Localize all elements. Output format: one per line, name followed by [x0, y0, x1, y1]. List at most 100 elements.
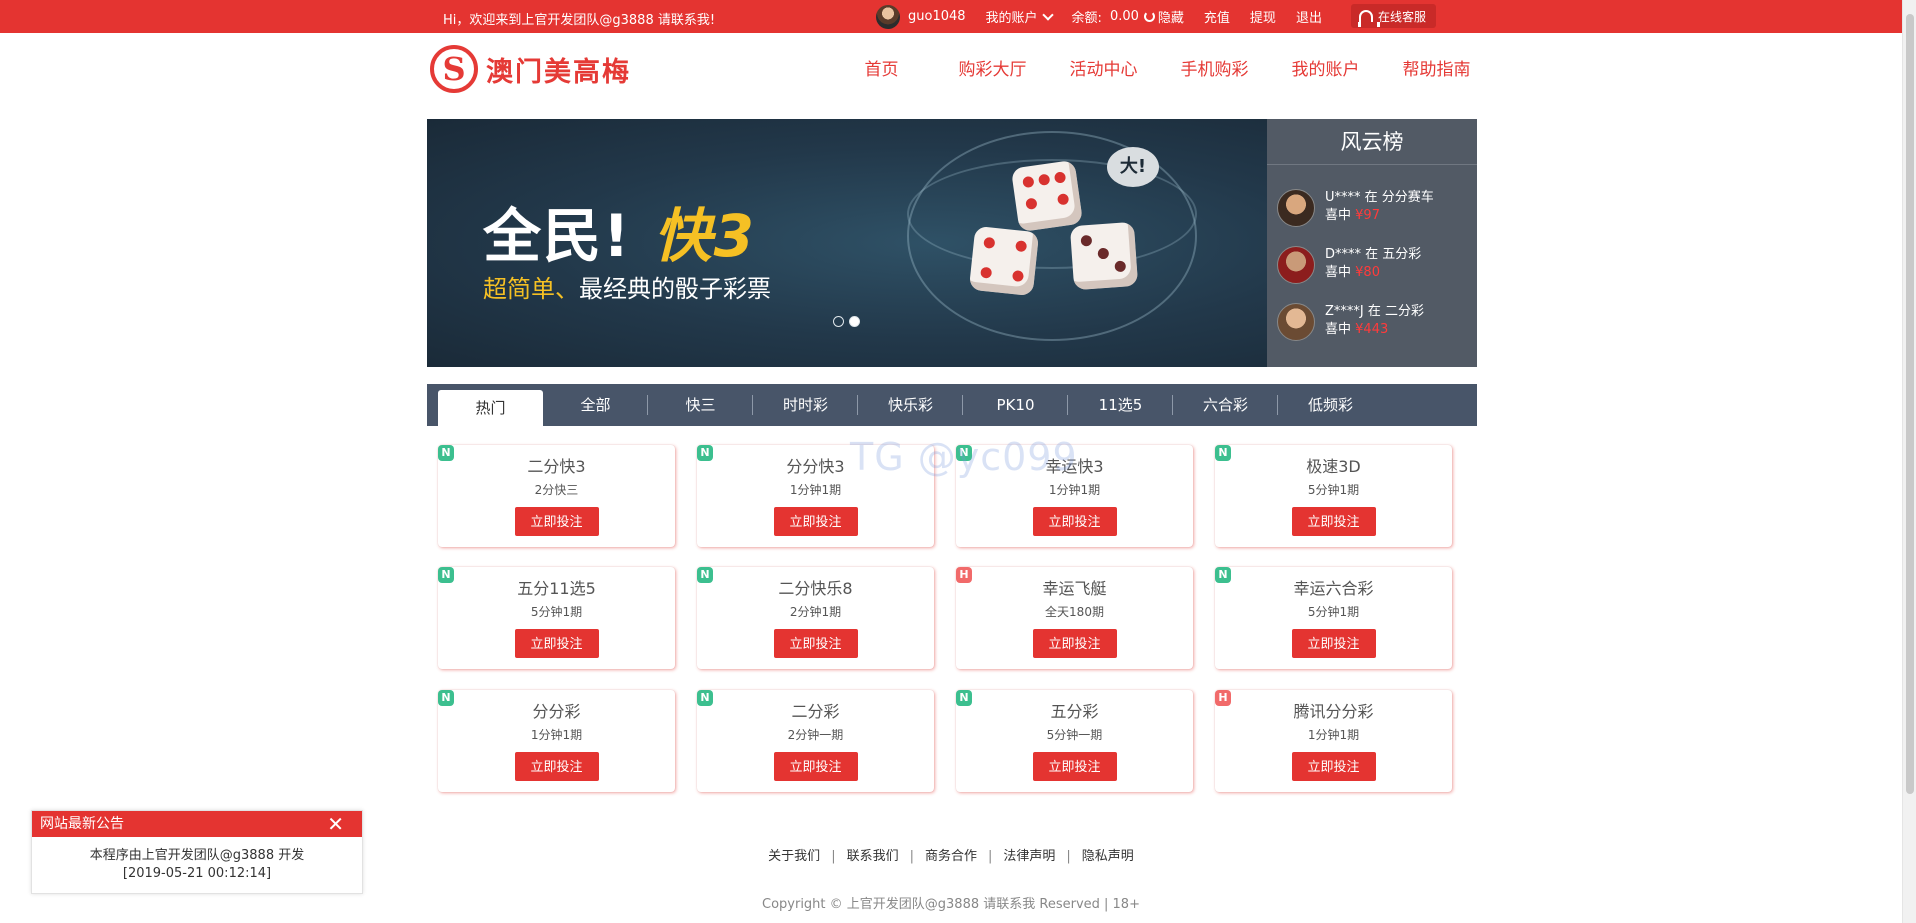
chevron-down-icon: [1041, 8, 1054, 21]
bet-now-button[interactable]: 立即投注: [773, 629, 858, 658]
footer-link-contact[interactable]: 联系我们: [836, 849, 910, 864]
logout-link[interactable]: 退出: [1296, 7, 1322, 26]
nav-home[interactable]: 首页: [826, 55, 937, 80]
game-period: 5分钟1期: [1307, 483, 1360, 497]
notice-body: 本程序由上官开发团队@g3888 开发 [2019-05-21 00:12:14…: [32, 847, 362, 883]
close-icon[interactable]: ✕: [327, 811, 344, 837]
withdraw-link[interactable]: 提现: [1250, 7, 1276, 26]
new-badge: N: [697, 567, 713, 583]
footer-link-legal[interactable]: 法律声明: [992, 849, 1066, 864]
top-bar: Hi，欢迎来到上官开发团队@g3888 请联系我! guo1048 我的账户 余…: [0, 0, 1902, 33]
footer-link-about[interactable]: 关于我们: [757, 849, 831, 864]
site-logo[interactable]: 澳门美高梅: [430, 44, 631, 94]
tab-pk10[interactable]: PK10: [963, 384, 1068, 426]
carousel-dot[interactable]: [833, 316, 844, 327]
online-service-button[interactable]: 在线客服: [1351, 4, 1437, 28]
nav-activity-center[interactable]: 活动中心: [1048, 55, 1159, 80]
hide-balance-button[interactable]: 隐藏: [1158, 7, 1184, 26]
hot-badge: H: [1215, 690, 1231, 706]
game-name: 腾讯分分彩: [1293, 702, 1374, 721]
nav-my-account[interactable]: 我的账户: [1270, 55, 1381, 80]
game-name: 二分快乐8: [778, 579, 853, 598]
bet-now-button[interactable]: 立即投注: [1032, 629, 1117, 658]
avatar: [1277, 246, 1315, 284]
leaderboard-entry-amount: ¥80: [1355, 265, 1380, 280]
bet-now-button[interactable]: 立即投注: [1032, 507, 1117, 536]
leaderboard-entry: Z****J 在 二分彩 喜中 ¥443: [1277, 303, 1424, 341]
my-account-menu[interactable]: 我的账户: [985, 7, 1054, 26]
tab-11x5[interactable]: 11选5: [1068, 384, 1173, 426]
nav-lottery-hall[interactable]: 购彩大厅: [937, 55, 1048, 80]
notice-date: [2019-05-21 00:12:14]: [122, 866, 272, 881]
avatar: [1277, 189, 1315, 227]
tab-low-freq[interactable]: 低频彩: [1278, 384, 1383, 426]
dice-icon: [1069, 221, 1139, 291]
footer-link-privacy[interactable]: 隐私声明: [1071, 849, 1145, 864]
notice-title: 网站最新公告: [40, 816, 124, 832]
game-card[interactable]: N 五分11选5 5分钟1期 立即投注: [438, 567, 675, 669]
banner-headline-highlight: 快3: [653, 202, 757, 270]
hot-badge: H: [956, 567, 972, 583]
game-card[interactable]: N 幸运六合彩 5分钟1期 立即投注: [1215, 567, 1452, 669]
tab-all[interactable]: 全部: [543, 384, 648, 426]
nav-mobile-lottery[interactable]: 手机购彩: [1159, 55, 1270, 80]
tab-ssc[interactable]: 时时彩: [753, 384, 858, 426]
game-period: 2分钟一期: [787, 728, 844, 742]
new-badge: N: [697, 445, 713, 461]
promo-banner[interactable]: 全民! 快3 超简单、最经典的骰子彩票 大!: [427, 119, 1267, 367]
bet-now-button[interactable]: 立即投注: [514, 507, 599, 536]
bet-now-button[interactable]: 立即投注: [773, 507, 858, 536]
game-card[interactable]: N 极速3D 5分钟1期 立即投注: [1215, 445, 1452, 547]
carousel-dot-active[interactable]: [849, 316, 860, 327]
notice-line: 本程序由上官开发团队@g3888 开发: [89, 848, 305, 863]
leaderboard-entry-text: D**** 在 五分彩: [1325, 247, 1422, 262]
tab-k3[interactable]: 快三: [648, 384, 753, 426]
game-card[interactable]: N 五分彩 5分钟一期 立即投注: [956, 690, 1193, 792]
leaderboard-entry-text: Z****J 在 二分彩: [1325, 304, 1425, 319]
tab-hot[interactable]: 热门: [438, 390, 543, 426]
game-card[interactable]: N 二分快3 2分快三 立即投注: [438, 445, 675, 547]
bet-now-button[interactable]: 立即投注: [1291, 752, 1376, 781]
game-card[interactable]: N 二分彩 2分钟一期 立即投注: [697, 690, 934, 792]
bet-now-button[interactable]: 立即投注: [1032, 752, 1117, 781]
new-badge: N: [1215, 567, 1231, 583]
game-period: 2分快三: [534, 483, 579, 497]
bet-now-button[interactable]: 立即投注: [514, 629, 599, 658]
footer-link-business[interactable]: 商务合作: [914, 849, 988, 864]
bet-now-button[interactable]: 立即投注: [514, 752, 599, 781]
leaderboard-title: 风云榜: [1267, 119, 1477, 165]
user-area: guo1048 我的账户 余额: 0.00 隐藏 充值 提现 退出: [876, 4, 1342, 29]
banner-subtitle: 超简单、最经典的骰子彩票: [483, 269, 771, 304]
leaderboard-entry-text: U**** 在 分分赛车: [1325, 190, 1434, 205]
recharge-link[interactable]: 充值: [1204, 7, 1230, 26]
banner-headline-main: 全民!: [483, 202, 632, 270]
refresh-icon[interactable]: [1143, 11, 1155, 22]
scrollbar-thumb[interactable]: [1906, 14, 1914, 794]
bet-now-button[interactable]: 立即投注: [773, 752, 858, 781]
new-badge: N: [438, 445, 454, 461]
game-period: 1分钟1期: [530, 728, 583, 742]
avatar: [1277, 303, 1315, 341]
balance-label: 余额:: [1071, 11, 1102, 26]
game-card[interactable]: H 腾讯分分彩 1分钟1期立即投注: [1215, 690, 1452, 792]
game-name: 五分11选5: [517, 579, 596, 598]
user-avatar[interactable]: [876, 4, 900, 29]
game-card[interactable]: H 幸运飞艇 全天180期 立即投注: [956, 567, 1193, 669]
leaderboard-entry-amount: ¥97: [1355, 208, 1380, 223]
game-card[interactable]: N 二分快乐8 2分钟1期 立即投注: [697, 567, 934, 669]
nav-help-guide[interactable]: 帮助指南: [1381, 55, 1492, 80]
my-account-label: 我的账户: [985, 11, 1038, 26]
welcome-text: Hi，欢迎来到上官开发团队@g3888 请联系我!: [443, 13, 716, 28]
game-period: 1分钟1期: [1307, 728, 1360, 742]
tab-mark-six[interactable]: 六合彩: [1173, 384, 1278, 426]
game-card[interactable]: N 分分彩 1分钟1期 立即投注: [438, 690, 675, 792]
bet-now-button[interactable]: 立即投注: [1291, 629, 1376, 658]
tab-happy[interactable]: 快乐彩: [858, 384, 963, 426]
banner-subtitle-highlight: 超简单、: [483, 275, 579, 303]
bet-now-button[interactable]: 立即投注: [1291, 507, 1376, 536]
username[interactable]: guo1048: [908, 9, 966, 24]
online-service-label: 在线客服: [1378, 9, 1427, 24]
game-period: 全天180期: [1045, 605, 1104, 619]
game-name: 幸运六合彩: [1293, 579, 1374, 598]
scrollbar[interactable]: [1902, 0, 1916, 923]
